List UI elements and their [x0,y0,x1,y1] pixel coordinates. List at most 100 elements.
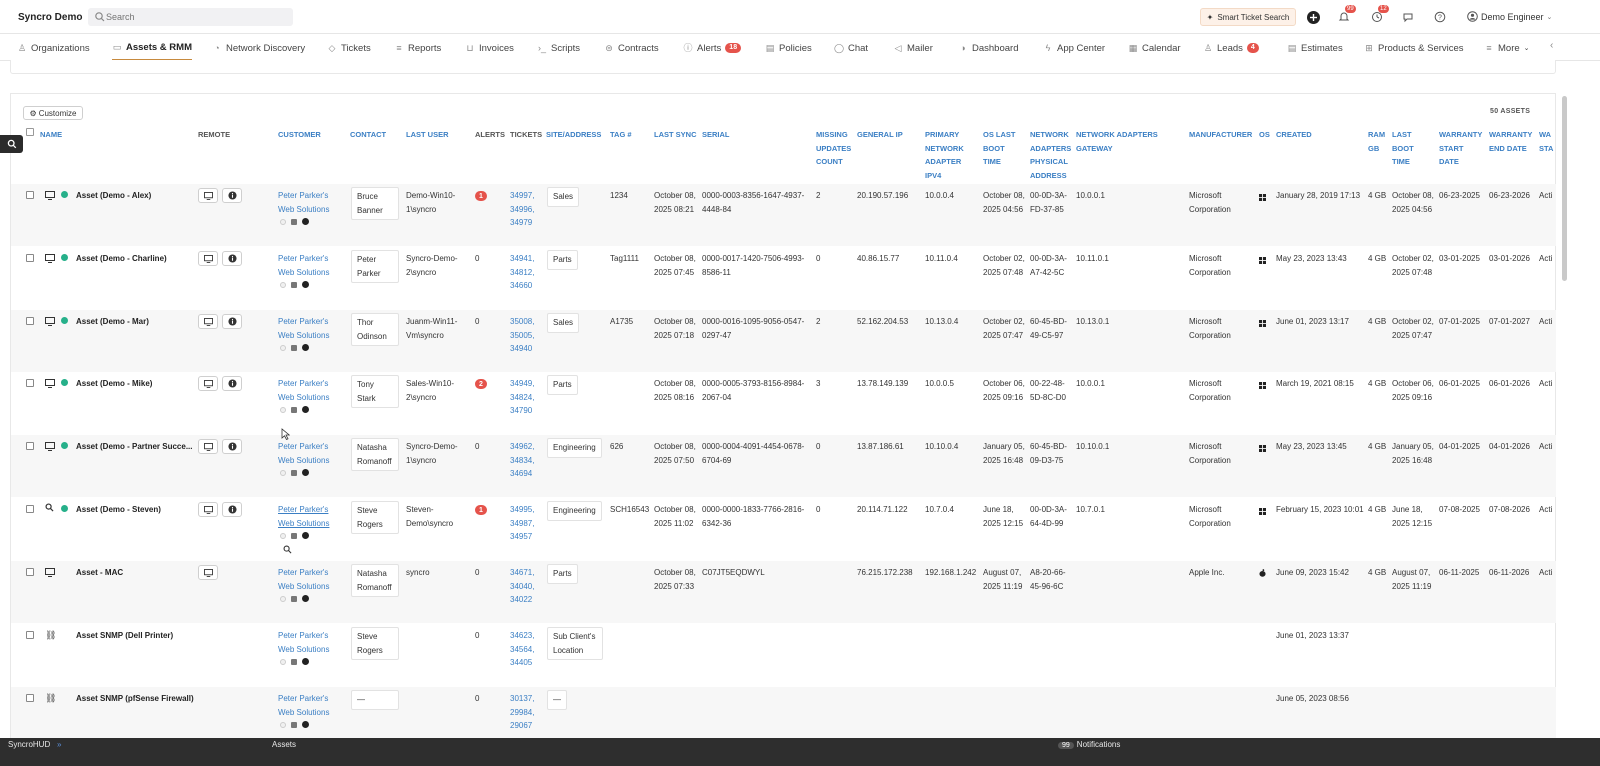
asset-name[interactable]: Asset (Demo - Mar) [76,316,149,328]
global-search[interactable] [88,8,293,26]
customer-link[interactable]: Peter Parker's Web Solutions [278,440,336,467]
asset-info-button[interactable] [222,439,242,454]
asset-name[interactable]: Asset SNMP (pfSense Firewall) [76,693,194,705]
customer-link[interactable]: Peter Parker's Web Solutions [278,566,336,593]
header-warranty-start[interactable]: WARRANTY START DATE [1439,128,1482,169]
notifications-button[interactable]: 99 [1336,5,1356,25]
tab-leads[interactable]: ♙ Leads 4 [1203,35,1259,61]
tab-network-discovery[interactable]: ◔ Network Discovery [212,35,305,61]
asset-name[interactable]: Asset SNMP (Dell Printer) [76,630,173,642]
ticket-links[interactable]: 34997, 34996, 34979 [510,189,540,230]
row-checkbox[interactable] [26,191,34,199]
header-site[interactable]: SITE/ADDRESS [546,128,601,142]
row-checkbox[interactable] [26,694,34,702]
header-physical-address[interactable]: NETWORK ADAPTERS PHYSICAL ADDRESS [1030,128,1072,182]
header-general-ip[interactable]: GENERAL IP [857,128,903,142]
alert-count-badge[interactable]: 2 [475,379,487,389]
header-ram[interactable]: RAM GB [1368,128,1388,155]
ticket-links[interactable]: 34671, 34040, 34022 [510,566,540,607]
timer-button[interactable]: 12 [1369,5,1389,25]
nav-scroll-left-icon[interactable]: ‹ [1550,40,1553,51]
asset-name[interactable]: Asset (Demo - Mike) [76,378,152,390]
header-warranty-end[interactable]: WARRANTY END DATE [1489,128,1534,155]
header-customer[interactable]: CUSTOMER [278,128,321,142]
header-warranty-status[interactable]: WA STA [1539,128,1557,155]
site-field[interactable]: — [547,690,567,710]
bottom-notifications[interactable]: 99 Notifications [1058,740,1120,749]
remote-desktop-button[interactable] [198,439,218,454]
header-primary-adapter[interactable]: PRIMARY NETWORK ADAPTER IPV4 [925,128,971,182]
asset-info-button[interactable] [222,502,242,517]
tab-policies[interactable]: ▤ Policies [765,35,812,61]
row-checkbox[interactable] [26,505,34,513]
ticket-links[interactable]: 30137, 29984, 29067 [510,692,540,733]
site-field[interactable]: Sub Client's Location [547,627,603,660]
site-field[interactable]: Engineering [547,438,602,458]
header-manufacturer[interactable]: MANUFACTURER [1189,128,1252,142]
tab-invoices[interactable]: ⊔ Invoices [465,35,513,61]
site-field[interactable]: Engineering [547,501,602,521]
tab-mailer[interactable]: ◁ Mailer [893,35,933,61]
asset-name[interactable]: Asset (Demo - Charline) [76,253,167,265]
asset-info-button[interactable] [222,251,242,266]
contact-field[interactable]: — [351,690,399,710]
asset-info-button[interactable] [222,376,242,391]
row-checkbox[interactable] [26,568,34,576]
contact-field[interactable]: Natasha Romanoff [351,564,399,597]
remote-desktop-button[interactable] [198,188,218,203]
select-all-checkbox[interactable] [26,128,34,136]
remote-desktop-button[interactable] [198,314,218,329]
user-menu[interactable]: Demo Engineer ⌄ [1467,11,1552,22]
syncro-hud-label[interactable]: SyncroHUD [8,740,50,749]
tab-more[interactable]: ≡ More ⌄ [1484,35,1529,61]
header-os[interactable]: OS [1259,128,1270,142]
customer-link[interactable]: Peter Parker's Web Solutions [278,189,336,216]
site-field[interactable]: Parts [547,375,578,395]
site-field[interactable]: Sales [547,187,580,207]
site-field[interactable]: Parts [547,250,578,270]
scrollbar[interactable] [1562,96,1567,281]
customer-link[interactable]: Peter Parker's Web Solutions [278,629,336,656]
customer-link[interactable]: Peter Parker's Web Solutions [278,315,336,342]
asset-info-button[interactable] [222,188,242,203]
header-name[interactable]: NAME [40,128,62,142]
remote-desktop-button[interactable] [198,376,218,391]
tab-organizations[interactable]: ♙ Organizations [17,35,90,61]
header-contact[interactable]: CONTACT [350,128,386,142]
site-field[interactable]: Sales [547,313,580,333]
ticket-links[interactable]: 34962, 34834, 34694 [510,440,540,481]
tab-alerts[interactable]: ⓘ Alerts 18 [683,35,742,61]
smart-ticket-search-button[interactable]: ✦ Smart Ticket Search [1200,8,1296,26]
alert-count-badge[interactable]: 1 [475,191,487,201]
remote-desktop-button[interactable] [198,251,218,266]
tab-assets-rmm[interactable]: ▭ Assets & RMM [112,35,192,61]
tab-chat[interactable]: ◯ Chat [834,35,868,61]
tab-reports[interactable]: ≡ Reports [394,35,441,61]
header-created[interactable]: CREATED [1276,128,1312,142]
tab-estimates[interactable]: ▤ Estimates [1287,35,1343,61]
remote-desktop-button[interactable] [198,502,218,517]
header-missing-updates[interactable]: MISSING UPDATES COUNT [816,128,854,169]
ticket-links[interactable]: 35008, 35005, 34940 [510,315,540,356]
customer-link[interactable]: Peter Parker's Web Solutions [278,252,336,279]
contact-field[interactable]: Steve Rogers [351,501,399,534]
row-checkbox[interactable] [26,631,34,639]
row-checkbox[interactable] [26,317,34,325]
chat-button[interactable] [1400,9,1416,25]
header-last-boot[interactable]: LAST BOOT TIME [1392,128,1428,169]
header-gateway[interactable]: NETWORK ADAPTERS GATEWAY [1076,128,1166,155]
tab-contracts[interactable]: ⊜ Contracts [604,35,658,61]
contact-field[interactable]: Steve Rogers [351,627,399,660]
ticket-links[interactable]: 34623, 34564, 34405 [510,629,540,670]
contact-field[interactable]: Peter Parker [351,250,399,283]
tab-calendar[interactable]: ▦ Calendar [1128,35,1181,61]
customer-link[interactable]: Peter Parker's Web Solutions [278,377,336,404]
search-filter-toggle[interactable] [0,135,23,153]
row-checkbox[interactable] [26,254,34,262]
remote-desktop-button[interactable] [198,565,218,580]
customize-button[interactable]: ⚙ Customize [23,106,83,120]
row-checkbox[interactable] [26,379,34,387]
contact-field[interactable]: Tony Stark [351,375,399,408]
contact-field[interactable]: Thor Odinson [351,313,399,346]
row-checkbox[interactable] [26,442,34,450]
